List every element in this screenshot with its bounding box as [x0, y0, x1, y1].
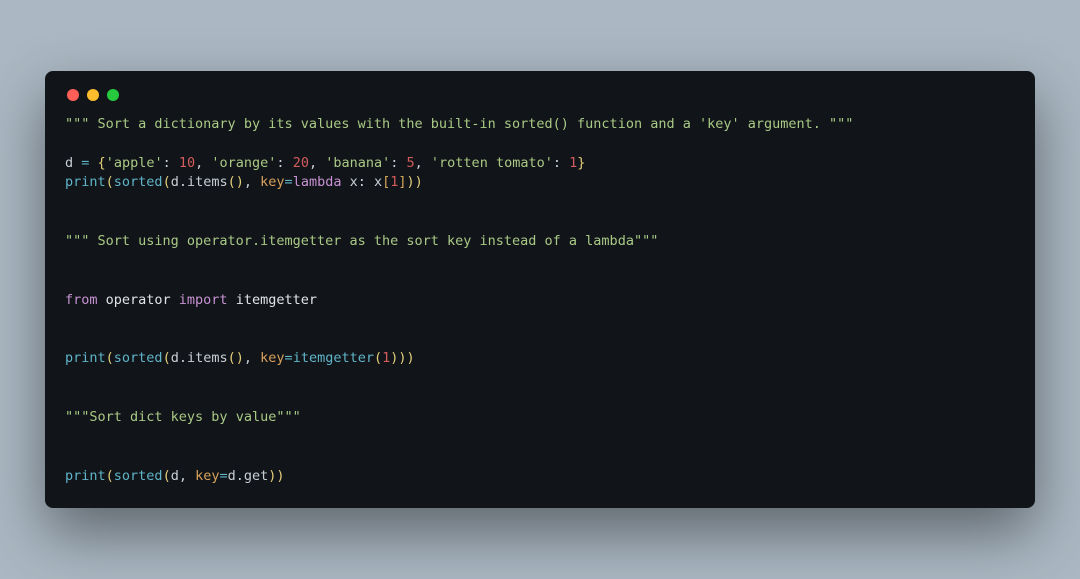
docstring-2-body: Sort using operator.itemgetter as the so… — [98, 233, 634, 249]
close-icon[interactable] — [67, 89, 79, 101]
comma: , — [244, 350, 260, 366]
colon: : — [390, 155, 406, 171]
fn-sorted: sorted — [114, 468, 163, 484]
minimize-icon[interactable] — [87, 89, 99, 101]
kwarg-key: key — [260, 174, 284, 190]
docstring-3-body: Sort dict keys by value — [89, 409, 276, 425]
fn-sorted: sorted — [114, 174, 163, 190]
fn-print: print — [65, 350, 106, 366]
window-titlebar — [65, 89, 1015, 115]
key-banana: 'banana' — [325, 155, 390, 171]
key-orange: 'orange' — [211, 155, 276, 171]
lambda-body: x: x — [341, 174, 382, 190]
kw-lambda: lambda — [293, 174, 342, 190]
equals-op: = — [285, 350, 293, 366]
lparen: ( — [106, 174, 114, 190]
code-block: """ Sort a dictionary by its values with… — [65, 115, 1015, 487]
docstring-1-open: """ — [65, 116, 98, 132]
kwarg-key: key — [195, 468, 219, 484]
docstring-1-body: Sort a dictionary by its values with the… — [98, 116, 821, 132]
ident-d: d — [171, 468, 179, 484]
d-get: d.get — [228, 468, 269, 484]
val-5: 5 — [407, 155, 415, 171]
lparen: ( — [163, 174, 171, 190]
rparen: ) — [276, 468, 284, 484]
equals-op: = — [285, 174, 293, 190]
code-window: """ Sort a dictionary by its values with… — [45, 71, 1035, 509]
kw-from: from — [65, 292, 98, 308]
kw-import: import — [179, 292, 228, 308]
lparen: ( — [106, 350, 114, 366]
fn-sorted: sorted — [114, 350, 163, 366]
fn-print: print — [65, 174, 106, 190]
docstring-1-close: """ — [821, 116, 854, 132]
fn-print: print — [65, 468, 106, 484]
comma: , — [179, 468, 195, 484]
comma: , — [415, 155, 431, 171]
rparen: ) — [236, 350, 244, 366]
kwarg-key: key — [260, 350, 284, 366]
zoom-icon[interactable] — [107, 89, 119, 101]
colon: : — [163, 155, 179, 171]
lparen: ( — [228, 350, 236, 366]
rparen: ) — [407, 350, 415, 366]
lparen: ( — [374, 350, 382, 366]
comma: , — [309, 155, 325, 171]
rparen: ) — [398, 350, 406, 366]
rparen: ) — [407, 174, 415, 190]
colon: : — [276, 155, 292, 171]
docstring-3-close: """ — [276, 409, 300, 425]
docstring-2-close: """ — [634, 233, 658, 249]
docstring-2-open: """ — [65, 233, 98, 249]
lparen: ( — [163, 350, 171, 366]
comma: , — [244, 174, 260, 190]
val-10: 10 — [179, 155, 195, 171]
lparen: ( — [228, 174, 236, 190]
mod-operator: operator — [98, 292, 179, 308]
ident-d: d — [65, 155, 81, 171]
lparen: ( — [163, 468, 171, 484]
rparen: ) — [415, 174, 423, 190]
fn-itemgetter: itemgetter — [293, 350, 374, 366]
key-apple: 'apple' — [106, 155, 163, 171]
equals-op: = — [220, 468, 228, 484]
lparen: ( — [106, 468, 114, 484]
space — [89, 155, 97, 171]
val-20: 20 — [293, 155, 309, 171]
key-tomato: 'rotten tomato' — [431, 155, 553, 171]
ident-itemgetter: itemgetter — [228, 292, 317, 308]
comma: , — [195, 155, 211, 171]
bracket-close: ] — [398, 174, 406, 190]
d-items: d.items — [171, 350, 228, 366]
rparen: ) — [236, 174, 244, 190]
brace-open: { — [98, 155, 106, 171]
docstring-3-open: """ — [65, 409, 89, 425]
colon: : — [553, 155, 569, 171]
d-items: d.items — [171, 174, 228, 190]
brace-close: } — [577, 155, 585, 171]
